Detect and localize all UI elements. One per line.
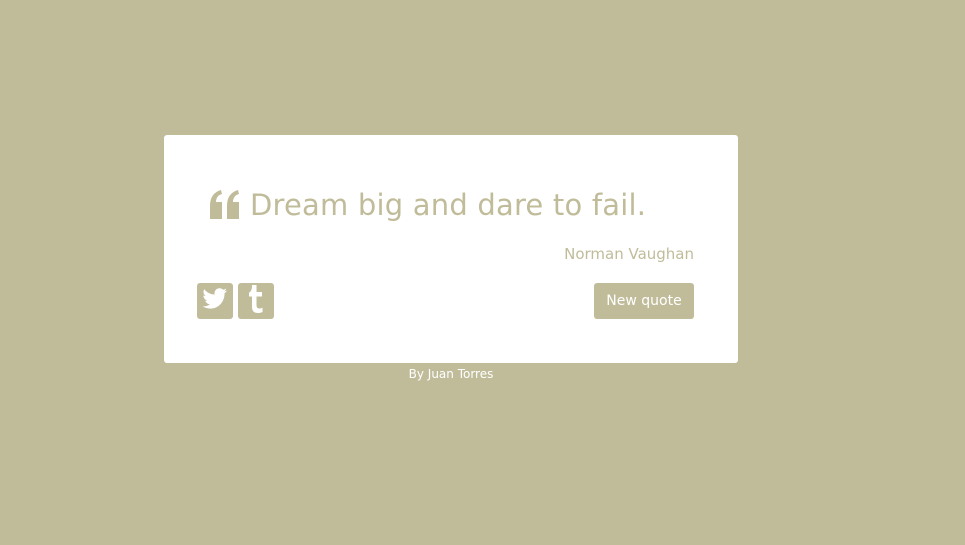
twitter-icon [202, 288, 228, 314]
tumblr-button[interactable] [238, 283, 274, 319]
author-byline: By Juan Torres [408, 367, 494, 381]
quote-card: Dream big and dare to fail. Norman Vaugh… [164, 135, 738, 363]
quote-row: Dream big and dare to fail. [208, 185, 646, 225]
new-quote-button[interactable]: New quote [594, 283, 694, 319]
social-share [197, 283, 274, 319]
quote-text: Dream big and dare to fail. [250, 188, 647, 222]
tumblr-icon [247, 285, 265, 317]
tweet-button[interactable] [197, 283, 233, 319]
quote-left-icon [208, 190, 241, 220]
quote-author: Norman Vaughan [564, 245, 694, 263]
